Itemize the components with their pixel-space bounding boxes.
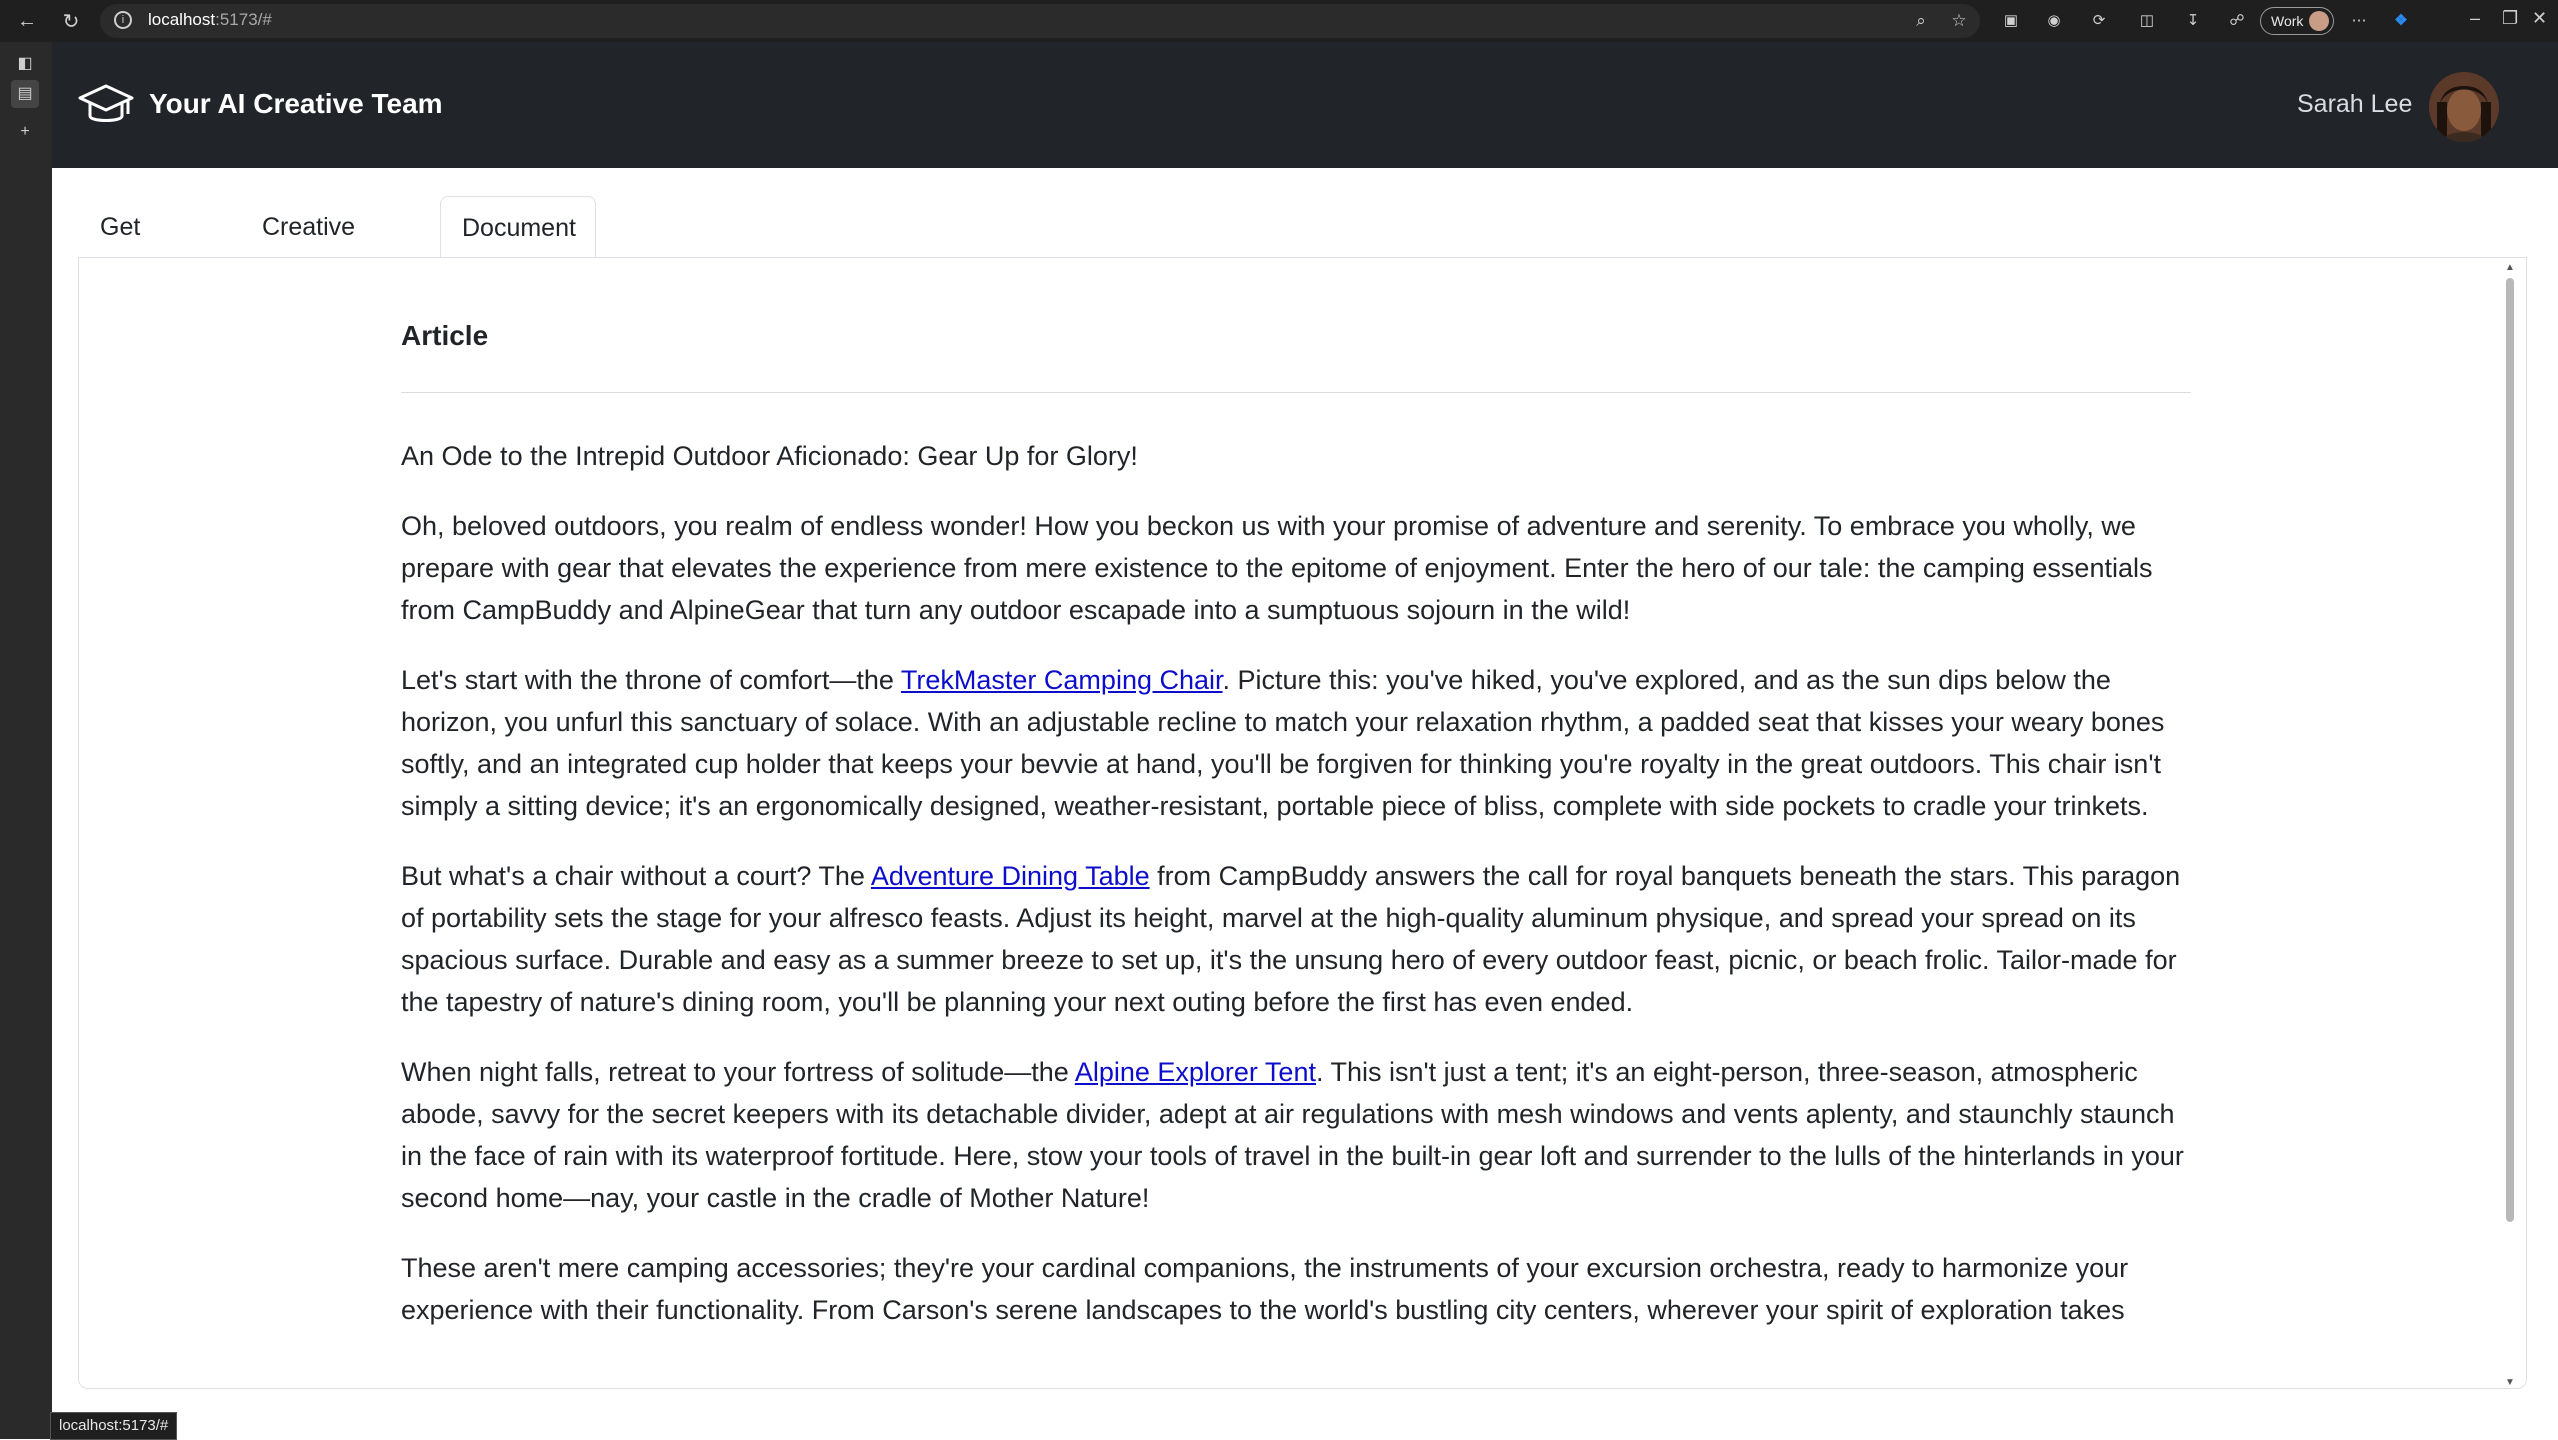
- graduation-cap-icon: [78, 84, 134, 122]
- status-url: localhost:5173/#: [50, 1412, 178, 1440]
- paragraph: When night falls, retreat to your fortre…: [401, 1057, 2184, 1213]
- app-header: Your AI Creative Team Sarah Lee: [52, 42, 2558, 168]
- scroll-down-icon[interactable]: ▼: [2504, 1377, 2516, 1388]
- copilot-icon[interactable]: ❖: [2390, 10, 2412, 32]
- tab-get-started[interactable]: Get Started: [78, 196, 218, 303]
- close-icon[interactable]: ✕: [2532, 8, 2547, 29]
- restore-icon[interactable]: ❐: [2502, 8, 2518, 29]
- article-title: An Ode to the Intrepid Outdoor Aficionad…: [401, 441, 1138, 471]
- tab-creative-team[interactable]: Creative Team: [240, 196, 400, 303]
- tab-document[interactable]: Document: [440, 196, 596, 258]
- document-panel: Article An Ode to the Intrepid Outdoor A…: [78, 257, 2527, 1389]
- paragraph: Let's start with the throne of comfort—t…: [401, 665, 2165, 821]
- reload-icon[interactable]: ↻: [56, 6, 86, 36]
- product-link-alpine-tent[interactable]: Alpine Explorer Tent: [1075, 1057, 1316, 1087]
- back-arrow-icon[interactable]: ←: [12, 6, 42, 36]
- split-screen-icon[interactable]: ◫: [2136, 10, 2158, 32]
- divider: [401, 392, 2191, 393]
- paragraph: These aren't mere camping accessories; t…: [401, 1253, 2129, 1325]
- extension-icon[interactable]: ☍: [2226, 10, 2248, 32]
- zoom-icon[interactable]: ⌕: [1910, 10, 1932, 32]
- scroll-thumb[interactable]: [2506, 278, 2514, 1222]
- new-tab-icon[interactable]: +: [11, 118, 39, 146]
- app-title: Your AI Creative Team: [149, 88, 443, 119]
- site-info-icon[interactable]: i: [114, 11, 132, 29]
- profile-button[interactable]: Work: [2260, 7, 2334, 35]
- browser-toolbar: ← ↻ i localhost:5173/# ⌕ ☆ ▣ ◉ ⟳ ◫ ↧ ☍ W…: [0, 0, 2558, 42]
- scrollbar[interactable]: ▲ ▼: [2504, 262, 2516, 1388]
- avatar[interactable]: [2429, 72, 2499, 142]
- scroll-up-icon[interactable]: ▲: [2504, 262, 2516, 273]
- star-icon[interactable]: ☆: [1948, 10, 1970, 32]
- downloads-icon[interactable]: ↧: [2182, 10, 2204, 32]
- paragraph: But what's a chair without a court? The …: [401, 861, 2181, 1017]
- address-bar[interactable]: i localhost:5173/# ⌕ ☆: [100, 4, 1980, 38]
- product-link-trekmaster-chair[interactable]: TrekMaster Camping Chair: [901, 665, 1223, 695]
- profile-avatar: [2309, 11, 2329, 31]
- extension-icon[interactable]: ⟳: [2088, 10, 2110, 32]
- profile-label: Work: [2271, 13, 2304, 29]
- vertical-tab-icon[interactable]: ▤: [11, 80, 39, 108]
- paragraph: Oh, beloved outdoors, you realm of endle…: [401, 511, 2153, 625]
- more-menu-icon[interactable]: ⋯: [2348, 10, 2370, 32]
- extension-icon[interactable]: ▣: [2000, 10, 2022, 32]
- section-heading: Article: [401, 320, 489, 351]
- article-content: Article An Ode to the Intrepid Outdoor A…: [401, 318, 2191, 1331]
- extension-icon[interactable]: ◉: [2043, 10, 2065, 32]
- product-link-adventure-table[interactable]: Adventure Dining Table: [871, 861, 1150, 891]
- minimize-icon[interactable]: –: [2470, 8, 2480, 29]
- address-text[interactable]: localhost:5173/#: [148, 10, 272, 30]
- browser-side-rail: ◧ ▤ +: [0, 42, 52, 1439]
- tab-actions-icon[interactable]: ◧: [11, 50, 39, 78]
- user-name: Sarah Lee: [2297, 90, 2413, 118]
